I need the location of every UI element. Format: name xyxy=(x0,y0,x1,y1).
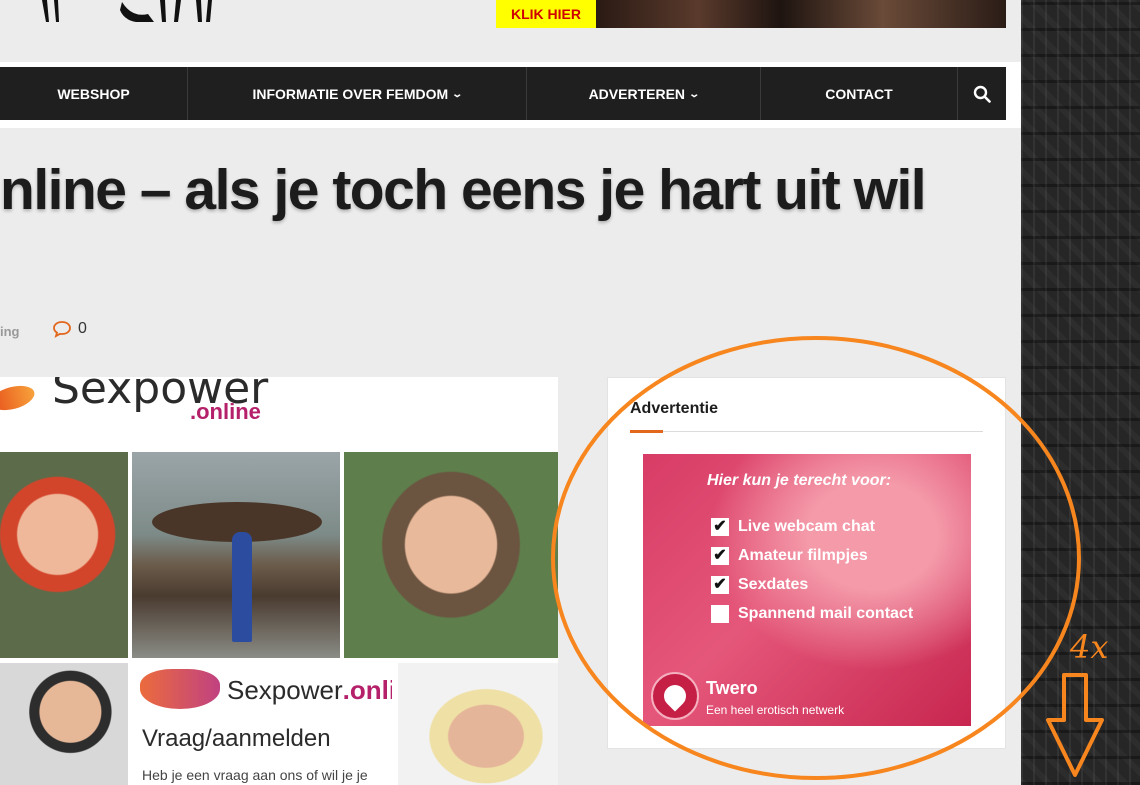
ad-heading: Hier kun je terecht voor: xyxy=(707,472,892,489)
photo-woman-red-hair xyxy=(0,452,128,658)
klik-hier-button[interactable]: KLIK HIER xyxy=(496,0,596,28)
comment-count[interactable]: 0 xyxy=(52,320,87,338)
nav-wrapper: WEBSHOP INFORMATIE OVER FEMDOM ⌄ ADVERTE… xyxy=(0,62,1021,128)
photo-woman-blonde xyxy=(398,663,558,785)
ad-feature-label: Live webcam chat xyxy=(738,518,875,535)
swoosh-graphic xyxy=(0,381,38,415)
ad-feature-item: ✔ Sexdates xyxy=(711,576,913,594)
ad-feature-list: ✔ Live webcam chat ✔ Amateur filmpjes ✔ … xyxy=(711,518,913,634)
ad-feature-item: ✔ Amateur filmpjes xyxy=(711,547,913,565)
nav-item-webshop[interactable]: WEBSHOP xyxy=(0,67,188,120)
nav-item-adverteren[interactable]: ADVERTEREN ⌄ xyxy=(527,67,761,120)
nav-item-label: WEBSHOP xyxy=(57,85,130,102)
nav-item-label: CONTACT xyxy=(825,85,893,102)
ad-brand: Twero xyxy=(706,678,758,698)
photo-woman-smiling xyxy=(344,452,558,658)
widget-accent-bar xyxy=(630,430,663,433)
page: KLIK HIER WEBSHOP INFORMATIE OVER FEMDOM… xyxy=(0,0,1021,785)
nav-item-label: INFORMATIE OVER FEMDOM xyxy=(252,85,449,102)
checkbox-checked-icon: ✔ xyxy=(711,547,729,565)
checkbox-checked-icon: ✔ xyxy=(711,576,729,594)
ad-feature-label: Amateur filmpjes xyxy=(738,547,868,564)
photo-woman-sculpture xyxy=(132,452,340,658)
ad-feature-label: Spannend mail contact xyxy=(738,605,914,622)
search-button[interactable] xyxy=(958,67,1006,120)
sexpower-panel: Sexpower.online Vraag/aanmelden Heb je e… xyxy=(132,663,392,785)
ad-feature-label: Sexdates xyxy=(738,576,809,593)
twero-ad-banner[interactable]: Hier kun je terecht voor: ✔ Live webcam … xyxy=(643,454,971,726)
header-top: KLIK HIER xyxy=(0,0,1021,62)
widget-divider xyxy=(630,431,983,432)
chevron-down-icon: ⌄ xyxy=(688,88,701,100)
photo-man xyxy=(0,663,128,785)
twero-logo-icon xyxy=(651,672,699,720)
comment-count-value: 0 xyxy=(78,320,87,337)
nav-item-informatie-over-femdom[interactable]: INFORMATIE OVER FEMDOM ⌄ xyxy=(188,67,527,120)
ad-feature-item: ✔ Live webcam chat xyxy=(711,518,913,536)
panel-subtitle: Vraag/aanmelden xyxy=(142,725,331,752)
top-banner-image[interactable] xyxy=(596,0,1006,28)
search-icon xyxy=(973,85,991,103)
nav-item-label: ADVERTEREN xyxy=(588,85,686,102)
woman-figure xyxy=(232,532,252,642)
comment-icon xyxy=(53,321,71,338)
nav-item-contact[interactable]: CONTACT xyxy=(761,67,958,120)
panel-brand: Sexpower.online xyxy=(227,675,392,705)
ad-widget: Advertentie Hier kun je terecht voor: ✔ … xyxy=(607,377,1006,749)
featured-brand-online: .online xyxy=(190,399,261,424)
featured-image[interactable]: Sexpower .online Sexpower.online Vraag/a… xyxy=(0,377,558,785)
widget-title: Advertentie xyxy=(630,400,719,417)
chevron-down-icon: ⌄ xyxy=(451,88,464,100)
article-title: nline – als je toch eens je hart uit wil xyxy=(0,158,927,222)
ad-feature-item: Spannend mail contact xyxy=(711,605,913,623)
checkbox-empty-icon xyxy=(711,605,729,623)
article-category[interactable]: ing xyxy=(0,324,20,339)
site-logo[interactable] xyxy=(36,0,216,22)
heart-logo-icon xyxy=(140,669,220,709)
background-texture xyxy=(1021,0,1140,785)
checkbox-checked-icon: ✔ xyxy=(711,518,729,536)
featured-brand-header: Sexpower .online xyxy=(0,377,558,452)
ad-tagline: Een heel erotisch netwerk xyxy=(706,703,845,717)
panel-text: Heb je een vraag aan ons of wil je je xyxy=(142,767,368,783)
main-nav: WEBSHOP INFORMATIE OVER FEMDOM ⌄ ADVERTE… xyxy=(0,67,1006,120)
